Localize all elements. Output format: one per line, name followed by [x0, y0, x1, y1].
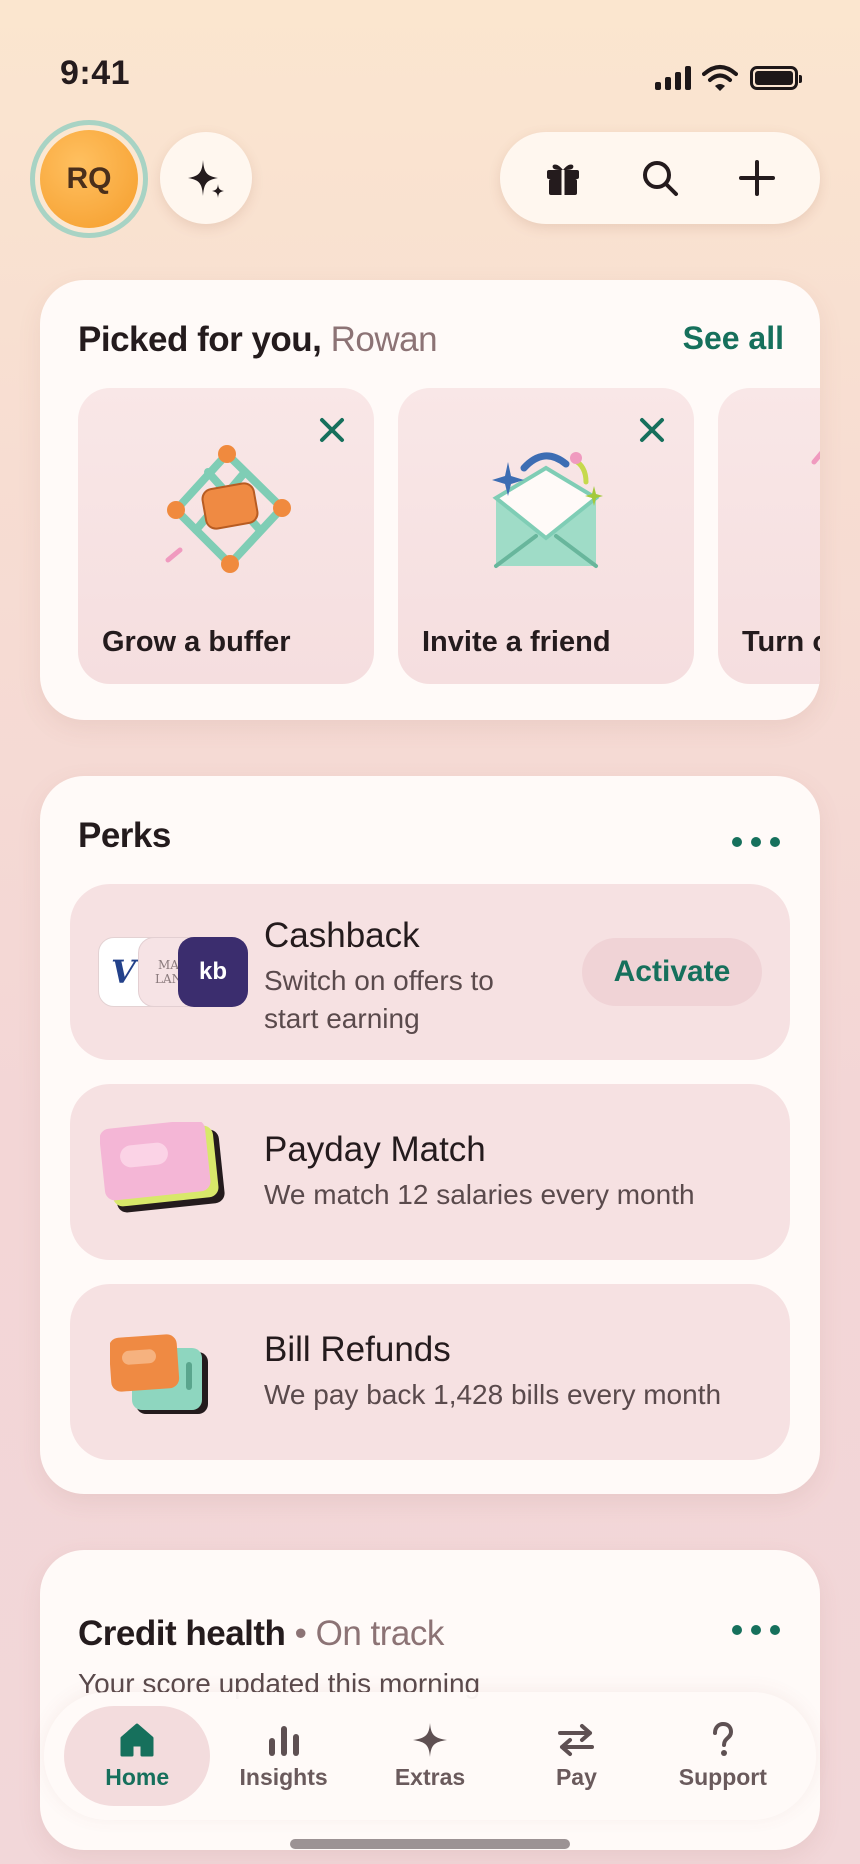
tab-label: Home [105, 1763, 170, 1790]
tile-label: Grow a buffer [102, 625, 291, 658]
perk-title: Bill Refunds [264, 1330, 451, 1369]
perks-title: Perks [78, 816, 171, 855]
sparkle-button[interactable] [160, 132, 252, 224]
gift-icon [546, 164, 579, 195]
perk-description: Switch on offers to start earning [264, 965, 494, 1034]
search-button[interactable] [630, 148, 690, 208]
envelope-illustration-icon [492, 452, 603, 568]
credit-more-icon[interactable] [732, 1620, 780, 1640]
perks-more-icon[interactable] [732, 832, 780, 852]
perk-title: Cashback [264, 916, 420, 955]
buffer-illustration-icon [165, 445, 291, 573]
credit-title-text: Credit health [78, 1614, 286, 1653]
avatar-button[interactable]: RQ [30, 120, 148, 238]
picked-for-you-card: Picked for you, Rowan See all Grow a buf… [40, 280, 820, 720]
tile-label: Invite a friend [422, 625, 611, 658]
credit-status: • On track [294, 1614, 445, 1653]
perk-title: Payday Match [264, 1130, 486, 1169]
wifi-icon [702, 65, 738, 91]
sparkle-icon [188, 160, 224, 198]
perk-cashback[interactable]: V MAR LANE kb Cashback Switch on offers t… [70, 884, 790, 1060]
credit-title: Credit health • On track [78, 1614, 444, 1654]
tab-label: Pay [555, 1763, 597, 1790]
tab-pay[interactable]: Pay [503, 1706, 649, 1806]
suggestion-tile-cashback[interactable]: Turn on cashback [718, 388, 820, 684]
transfer-arrows-icon [558, 1723, 595, 1756]
perk-payday-match[interactable]: Payday Match We match 12 salaries every … [70, 1084, 790, 1260]
tile-label: Turn on cashback [742, 625, 820, 658]
tab-home[interactable]: Home [64, 1706, 211, 1806]
bill-cards-icon [110, 1334, 208, 1414]
perk-bill-refunds[interactable]: Bill Refunds We pay back 1,428 bills eve… [70, 1284, 790, 1460]
cards-stack-icon [100, 1122, 225, 1213]
kb-logo-icon: kb [178, 937, 248, 1007]
status-bar: 9:41 [0, 0, 860, 110]
tab-label: Extras [394, 1763, 466, 1790]
tab-extras[interactable]: Extras [357, 1706, 503, 1806]
picked-title-text: Picked for you, [78, 320, 322, 359]
battery-icon [750, 66, 802, 90]
tab-label: Insights [239, 1763, 328, 1790]
picked-title: Picked for you, Rowan [78, 320, 438, 360]
tab-support[interactable]: Support [650, 1706, 796, 1806]
avatar: RQ [40, 130, 138, 228]
home-icon [120, 1723, 154, 1756]
picked-user-name: Rowan [330, 320, 438, 359]
suggestion-carousel[interactable]: Grow a buffer Invite a friend Turn [78, 388, 820, 684]
suggestion-tile-invite-friend[interactable]: Invite a friend [398, 388, 694, 684]
add-button[interactable] [727, 148, 787, 208]
header-actions [500, 132, 820, 224]
activate-button[interactable]: Activate [582, 938, 762, 1006]
cashback-illustration-icon [811, 450, 820, 465]
tab-label: Support [678, 1763, 767, 1790]
see-all-link[interactable]: See all [683, 320, 784, 357]
question-icon [712, 1721, 733, 1756]
perk-description: We match 12 salaries every month [264, 1179, 695, 1210]
home-indicator[interactable] [290, 1839, 570, 1849]
suggestion-tile-grow-buffer[interactable]: Grow a buffer [78, 388, 374, 684]
perks-card: Perks V MAR LANE kb Cashback Switch on of… [40, 776, 820, 1494]
search-icon [642, 161, 678, 196]
tab-insights[interactable]: Insights [210, 1706, 356, 1806]
bar-chart-icon [268, 1725, 299, 1756]
tab-bar: Home Insights Extras Pay Support [44, 1692, 816, 1820]
gift-button[interactable] [533, 148, 593, 208]
sparkle-icon [413, 1722, 448, 1757]
perk-description: We pay back 1,428 bills every month [264, 1379, 722, 1410]
cellular-signal-icon [655, 66, 691, 90]
plus-icon [739, 160, 776, 196]
status-time: 9:41 [60, 54, 131, 92]
